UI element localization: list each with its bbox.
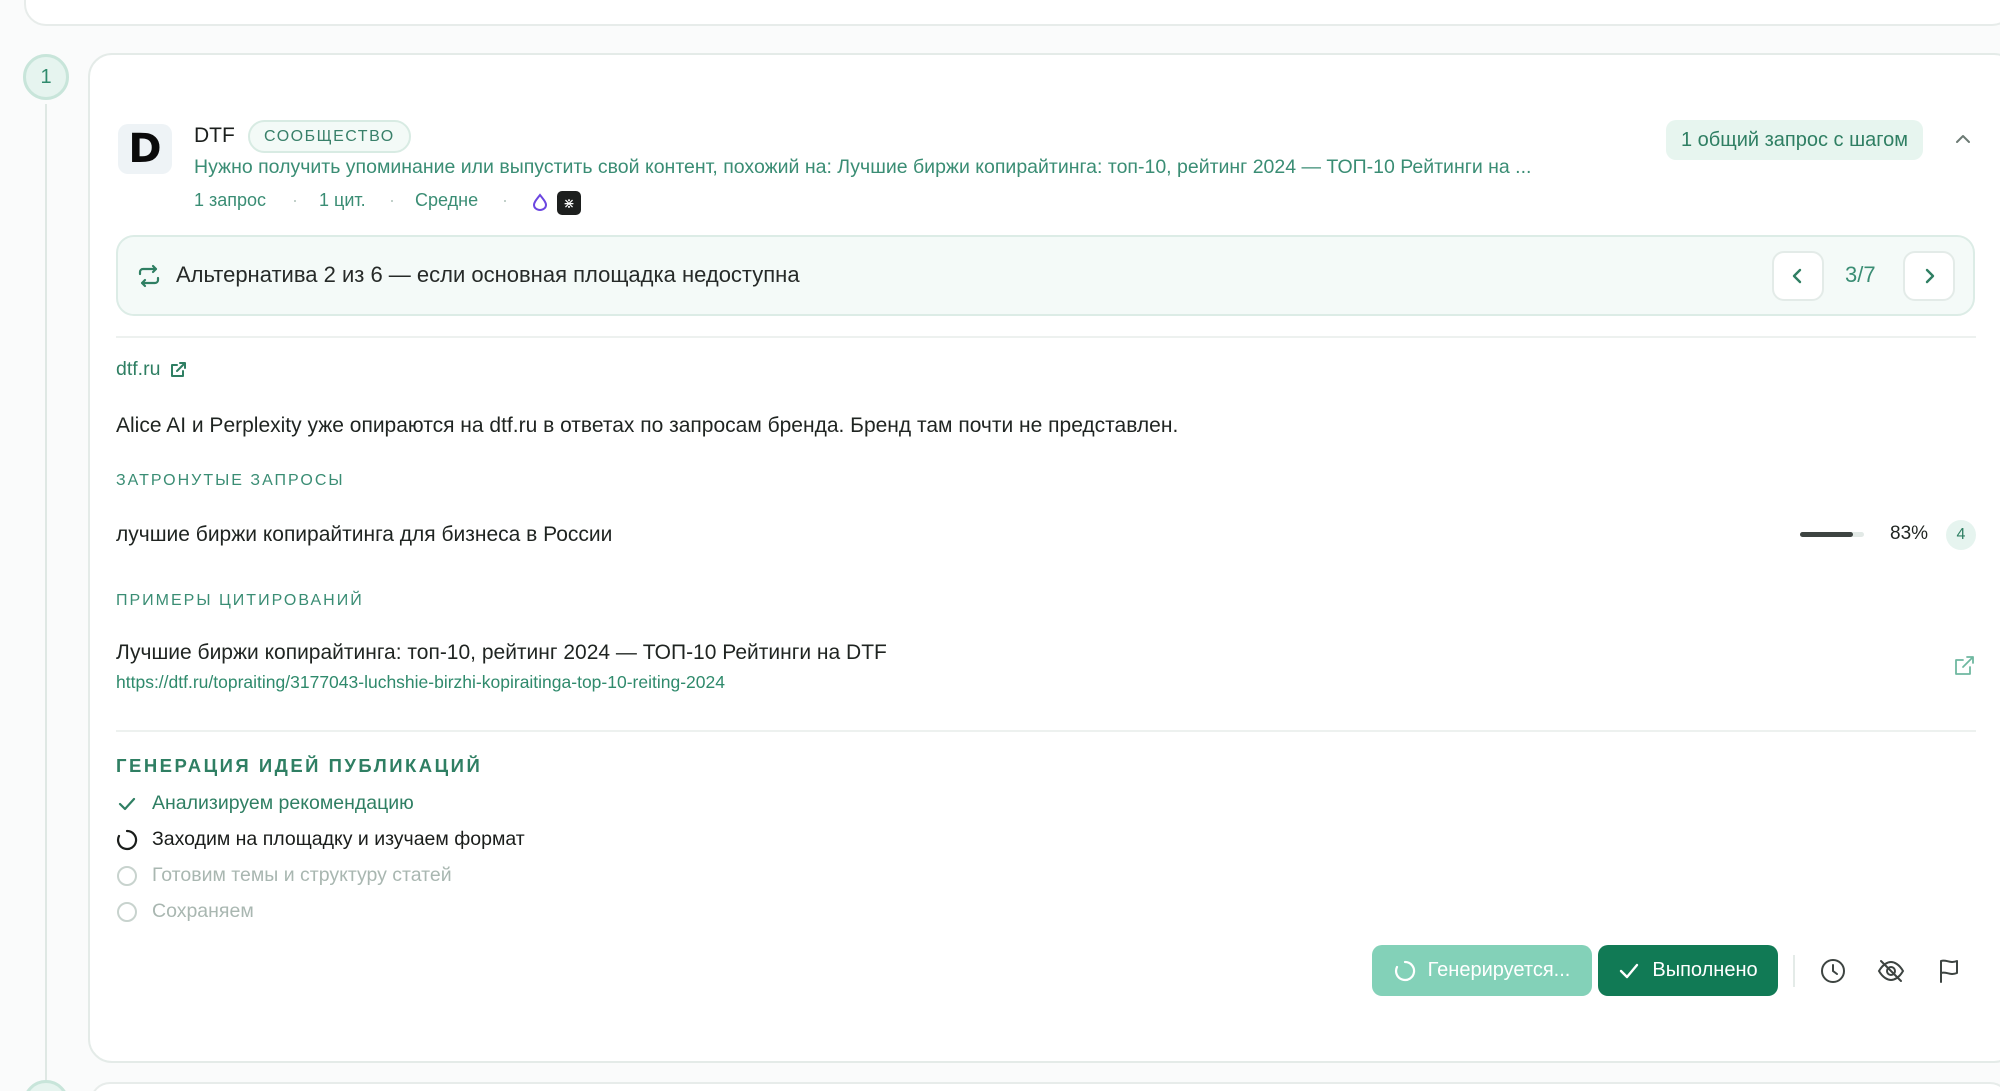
query-share-fill (1800, 532, 1854, 537)
source-name: DTF (194, 124, 235, 147)
meta-separator: · (502, 190, 508, 210)
check-icon (116, 793, 138, 815)
generation-step-pending: Сохраняем (116, 900, 254, 923)
generation-step-done: Анализируем рекомендацию (116, 792, 414, 815)
done-label: Выполнено (1652, 959, 1758, 981)
citation-title: Лучшие биржи копирайтинга: топ-10, рейти… (116, 641, 887, 664)
external-link-icon[interactable] (168, 360, 188, 380)
perplexity-icon: ⋇ (557, 191, 581, 215)
citations-label: ПРИМЕРЫ ЦИТИРОВАНИЙ (116, 592, 364, 609)
check-icon (1620, 963, 1639, 978)
meta-separator: · (389, 190, 395, 210)
query-count-badge: 4 (1946, 520, 1976, 550)
affected-queries-label: ЗАТРОНУТЫЕ ЗАПРОСЫ (116, 472, 345, 489)
spinner-icon (1394, 960, 1415, 981)
source-description: Нужно получить упоминание или выпустить … (194, 156, 1532, 178)
meta-queries: 1 запрос (194, 190, 267, 210)
generating-label: Генерируется... (1427, 959, 1571, 981)
mark-done-button[interactable]: Выполнено (1598, 945, 1778, 996)
external-link-icon[interactable] (1952, 654, 1976, 678)
alternative-page-indicator: 3/7 (1845, 262, 1876, 287)
generation-step-label: Анализируем рекомендацию (152, 792, 414, 814)
alice-drop-icon (532, 193, 548, 211)
meta-citations: 1 цит. (319, 190, 366, 210)
citation-url[interactable]: https://dtf.ru/topraiting/3177043-luchsh… (116, 672, 725, 693)
query-text: лучшие биржи копирайтинга для бизнеса в … (116, 523, 613, 546)
generating-button[interactable]: Генерируется... (1372, 945, 1592, 996)
empty-circle-icon (116, 901, 138, 923)
generation-step-pending: Готовим темы и структуру статей (116, 864, 452, 887)
flag-icon[interactable] (1934, 956, 1964, 986)
perplexity-glyph: ⋇ (563, 194, 575, 211)
next-alternative-button[interactable] (1903, 251, 1955, 301)
generation-step-label: Готовим темы и структуру статей (152, 864, 452, 886)
chevron-left-icon (1792, 268, 1802, 284)
source-type-badge: СООБЩЕСТВО (248, 120, 411, 153)
site-link[interactable]: dtf.ru (116, 358, 188, 381)
step-number: 1 (40, 65, 52, 88)
step-number-badge: 1 (23, 54, 69, 100)
chevron-up-icon[interactable] (1952, 128, 1974, 150)
source-logo: D (118, 124, 172, 174)
divider (116, 730, 1976, 732)
generation-step-label: Заходим на площадку и изучаем формат (152, 828, 525, 850)
previous-card (24, 0, 2000, 26)
site-domain[interactable]: dtf.ru (116, 358, 160, 381)
chevron-right-icon (1925, 268, 1935, 284)
alternative-text: Альтернатива 2 из 6 — если основная площ… (176, 262, 800, 287)
clock-icon[interactable] (1818, 956, 1848, 986)
shared-query-badge[interactable]: 1 общий запрос с шагом (1666, 120, 1923, 160)
repeat-icon (138, 264, 160, 288)
source-logo-letter: D (128, 126, 162, 172)
generation-step-active: Заходим на площадку и изучаем формат (116, 828, 525, 851)
hide-icon[interactable] (1876, 956, 1906, 986)
generation-step-label: Сохраняем (152, 900, 254, 922)
divider (116, 336, 1976, 338)
meta-separator: · (292, 190, 298, 210)
recommendation-card (88, 53, 2000, 1063)
divider (1793, 955, 1795, 987)
empty-circle-icon (116, 865, 138, 887)
timeline-line (45, 104, 47, 1091)
prev-alternative-button[interactable] (1772, 251, 1824, 301)
generation-title: ГЕНЕРАЦИЯ ИДЕЙ ПУБЛИКАЦИЙ (116, 755, 483, 776)
spinner-icon (116, 829, 138, 851)
meta-difficulty: Средне (415, 190, 479, 210)
query-share-percent: 83% (1890, 523, 1929, 544)
site-summary: Alice AI и Perplexity уже опираются на d… (116, 414, 1179, 437)
query-share-bar (1800, 532, 1864, 537)
next-card (90, 1082, 2000, 1091)
next-step-badge (23, 1080, 69, 1091)
